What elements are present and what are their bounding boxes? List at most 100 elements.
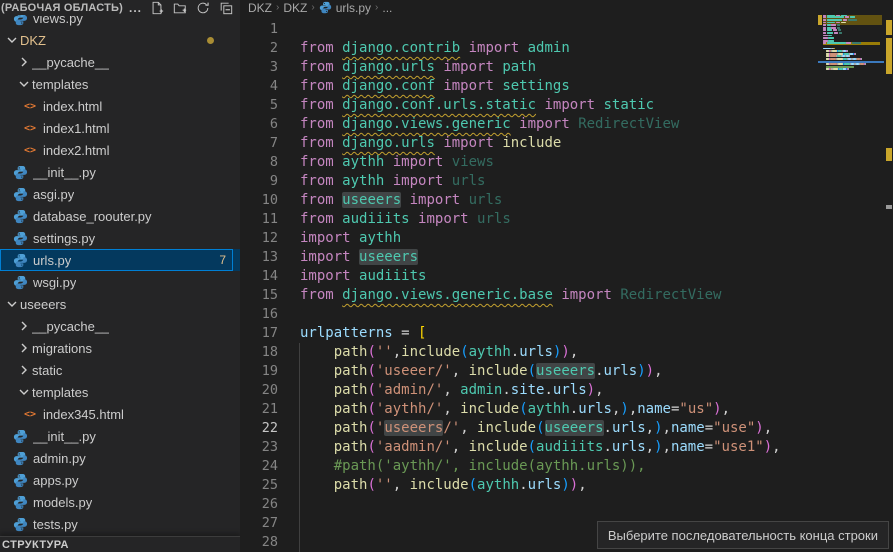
tree-folder-__pycache__[interactable]: __pycache__ <box>0 315 240 337</box>
code-line-19[interactable]: 19 path('useeer/', include(useeers.urls)… <box>240 362 893 381</box>
chevron-right-icon <box>16 340 32 356</box>
tree-file-tests.py[interactable]: tests.py <box>0 513 240 535</box>
tree-item-label: migrations <box>32 341 92 356</box>
tree-item-label: settings.py <box>33 231 95 246</box>
chevron-right-icon <box>16 318 32 334</box>
code-line-2[interactable]: 2from django.contrib import admin <box>240 39 893 58</box>
line-number: 7 <box>240 134 278 153</box>
new-file-icon[interactable] <box>149 1 165 15</box>
code-line-26[interactable]: 26 <box>240 495 893 514</box>
refresh-explorer-icon[interactable] <box>195 1 211 15</box>
tree-file-index2.html[interactable]: <>index2.html <box>0 139 240 161</box>
problems-badge: 7 <box>219 253 226 267</box>
minimap[interactable] <box>818 6 884 86</box>
tree-file-__init__.py[interactable]: __init__.py <box>0 161 240 183</box>
line-number: 5 <box>240 96 278 115</box>
code-line-25[interactable]: 25 path('', include(aythh.urls)), <box>240 476 893 495</box>
code-line-21[interactable]: 21 path('aythh/', include(aythh.urls,),n… <box>240 400 893 419</box>
ruler-warning-mark <box>886 20 892 35</box>
tree-file-apps.py[interactable]: apps.py <box>0 469 240 491</box>
new-folder-icon[interactable] <box>172 1 188 15</box>
chevron-down-icon <box>4 32 20 48</box>
tree-file-admin.py[interactable]: admin.py <box>0 447 240 469</box>
code-line-13[interactable]: 13import useeers <box>240 248 893 267</box>
tree-item-label: index345.html <box>43 407 124 422</box>
code-line-11[interactable]: 11from audiiits import urls <box>240 210 893 229</box>
outline-section-header[interactable]: СТРУКТУРА <box>0 536 240 552</box>
collapse-folders-icon[interactable] <box>218 1 234 15</box>
file-tree: views.pyDKZ__pycache__templates<>index.h… <box>0 7 240 535</box>
code-line-14[interactable]: 14import audiiits <box>240 267 893 286</box>
line-number: 8 <box>240 153 278 172</box>
code-line-20[interactable]: 20 path('admin/', admin.site.urls), <box>240 381 893 400</box>
vscode-window: views.pyDKZ__pycache__templates<>index.h… <box>0 0 893 552</box>
python-icon <box>12 230 28 246</box>
line-number: 27 <box>240 514 278 533</box>
tree-file-index.html[interactable]: <>index.html <box>0 95 240 117</box>
tree-folder-useeers[interactable]: useeers <box>0 293 240 315</box>
html-file-icon: <> <box>22 120 38 136</box>
code-line-18[interactable]: 18 path('',include(aythh.urls)), <box>240 343 893 362</box>
tree-file-__init__.py[interactable]: __init__.py <box>0 425 240 447</box>
code-line-15[interactable]: 15from django.views.generic.base import … <box>240 286 893 305</box>
breadcrumb-item-...[interactable]: ... <box>382 1 392 15</box>
tree-file-urls.py[interactable]: urls.py7 <box>0 249 240 271</box>
line-number: 18 <box>240 343 278 362</box>
code-line-22[interactable]: 22 path('useeers/', include(useeers.urls… <box>240 419 893 438</box>
breadcrumb-separator: › <box>276 2 279 13</box>
ruler-warning-mark <box>886 148 892 161</box>
code-line-6[interactable]: 6from django.views.generic import Redire… <box>240 115 893 134</box>
tree-file-settings.py[interactable]: settings.py <box>0 227 240 249</box>
code-area[interactable]: 12from django.contrib import admin3from … <box>240 20 893 552</box>
tree-folder-migrations[interactable]: migrations <box>0 337 240 359</box>
tree-file-index1.html[interactable]: <> index1.html <box>0 117 240 139</box>
tree-folder-__pycache__[interactable]: __pycache__ <box>0 51 240 73</box>
code-line-17[interactable]: 17urlpatterns = [ <box>240 324 893 343</box>
tree-item-label: apps.py <box>33 473 79 488</box>
code-line-24[interactable]: 24 #path('aythh/', include(aythh.urls)), <box>240 457 893 476</box>
code-line-1[interactable]: 1 <box>240 20 893 39</box>
tree-item-label: tests.py <box>33 517 78 532</box>
python-icon <box>12 164 28 180</box>
tree-item-label: DKZ <box>20 33 46 48</box>
breadcrumb-item-urls.py[interactable]: urls.py <box>319 1 371 15</box>
code-line-16[interactable]: 16 <box>240 305 893 324</box>
code-line-7[interactable]: 7from django.urls import include <box>240 134 893 153</box>
code-line-4[interactable]: 4from django.conf import settings <box>240 77 893 96</box>
code-line-3[interactable]: 3from django.urls import path <box>240 58 893 77</box>
python-icon <box>12 494 28 510</box>
python-icon <box>12 450 28 466</box>
tree-file-wsgi.py[interactable]: wsgi.py <box>0 271 240 293</box>
overview-ruler <box>885 0 893 552</box>
line-number: 15 <box>240 286 278 305</box>
line-number: 20 <box>240 381 278 400</box>
chevron-right-icon <box>16 362 32 378</box>
tree-item-label: __init__.py <box>33 165 96 180</box>
breadcrumb-item-DKZ[interactable]: DKZ <box>283 1 307 15</box>
breadcrumb-item-DKZ[interactable]: DKZ <box>248 1 272 15</box>
tree-folder-templates[interactable]: templates <box>0 73 240 95</box>
tree-folder-templates[interactable]: templates <box>0 381 240 403</box>
code-line-10[interactable]: 10from useeers import urls <box>240 191 893 210</box>
line-number: 3 <box>240 58 278 77</box>
tree-folder-static[interactable]: static <box>0 359 240 381</box>
code-line-5[interactable]: 5from django.conf.urls.static import sta… <box>240 96 893 115</box>
code-line-23[interactable]: 23 path('aadmin/', include(audiiits.urls… <box>240 438 893 457</box>
tree-item-label: index1.html <box>43 121 109 136</box>
html-file-icon: <> <box>22 142 38 158</box>
tree-file-models.py[interactable]: models.py <box>0 491 240 513</box>
tree-file-asgi.py[interactable]: asgi.py <box>0 183 240 205</box>
git-modified-dot <box>207 37 214 44</box>
tree-file-index345.html[interactable]: <>index345.html <box>0 403 240 425</box>
tree-item-label: __pycache__ <box>32 55 109 70</box>
line-number: 10 <box>240 191 278 210</box>
code-line-12[interactable]: 12import aythh <box>240 229 893 248</box>
code-line-8[interactable]: 8from aythh import views <box>240 153 893 172</box>
tree-file-database_roouter.py[interactable]: database_roouter.py <box>0 205 240 227</box>
more-actions-button[interactable]: ... <box>129 1 142 15</box>
python-icon <box>12 428 28 444</box>
tree-folder-DKZ[interactable]: DKZ <box>0 29 240 51</box>
minimap-current-line <box>818 61 884 63</box>
code-line-9[interactable]: 9from aythh import urls <box>240 172 893 191</box>
line-number: 23 <box>240 438 278 457</box>
